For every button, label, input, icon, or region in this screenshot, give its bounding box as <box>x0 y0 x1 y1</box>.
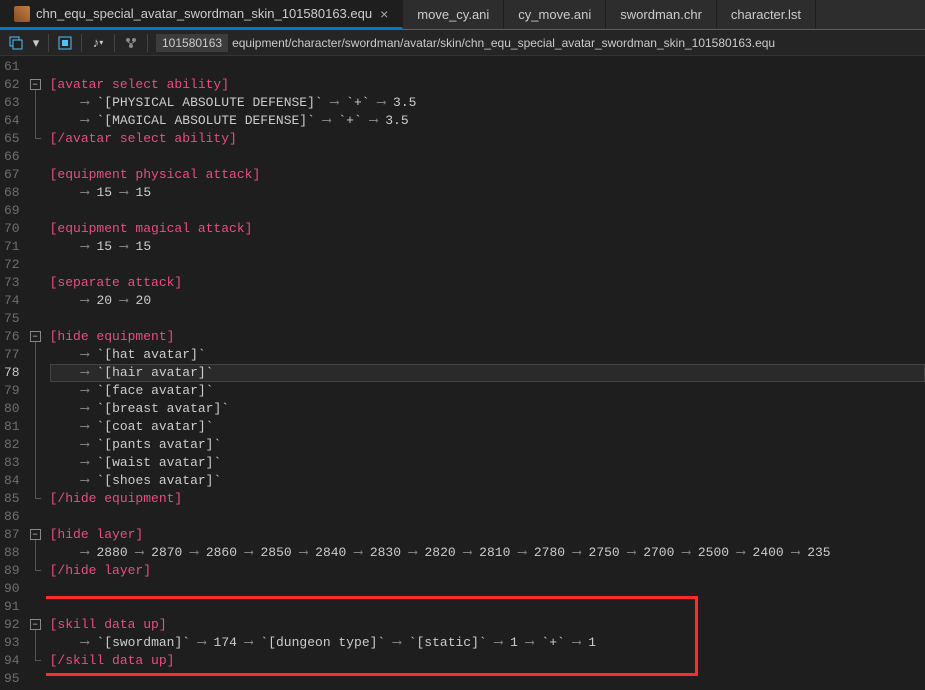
line-gutter: 6162636465666768697071727374757677787980… <box>0 56 28 690</box>
tab-label: swordman.chr <box>620 7 702 22</box>
fold-column[interactable]: −−−− <box>28 56 46 690</box>
separator <box>114 34 115 52</box>
code-editor[interactable]: 6162636465666768697071727374757677787980… <box>0 56 925 690</box>
tab-label: move_cy.ani <box>417 7 489 22</box>
tab-item[interactable]: character.lst <box>717 0 816 29</box>
toolbar: ▾ ♪▾ 101580163 equipment/character/sword… <box>0 30 925 56</box>
tab-active[interactable]: chn_equ_special_avatar_swordman_skin_101… <box>0 0 403 29</box>
close-icon[interactable]: × <box>380 6 388 22</box>
tab-item[interactable]: swordman.chr <box>606 0 717 29</box>
tab-label: cy_move.ani <box>518 7 591 22</box>
file-id: 101580163 <box>156 34 228 52</box>
file-icon <box>14 6 30 22</box>
tab-item[interactable]: cy_move.ani <box>504 0 606 29</box>
file-path: equipment/character/swordman/avatar/skin… <box>232 36 775 50</box>
breadcrumb: 101580163 equipment/character/swordman/a… <box>156 34 775 52</box>
code-area[interactable]: [avatar select ability] ⟶ `[PHYSICAL ABS… <box>46 56 925 690</box>
tool-icon[interactable] <box>55 33 75 53</box>
separator <box>147 34 148 52</box>
nav-icon[interactable]: ♪▾ <box>88 33 108 53</box>
separator <box>48 34 49 52</box>
separator <box>81 34 82 52</box>
save-all-icon[interactable] <box>6 33 26 53</box>
tab-label: chn_equ_special_avatar_swordman_skin_101… <box>36 6 372 21</box>
tab-bar: chn_equ_special_avatar_swordman_skin_101… <box>0 0 925 30</box>
tab-item[interactable]: move_cy.ani <box>403 0 504 29</box>
tab-label: character.lst <box>731 7 801 22</box>
branch-icon[interactable] <box>121 33 141 53</box>
dropdown-icon[interactable]: ▾ <box>30 33 42 53</box>
